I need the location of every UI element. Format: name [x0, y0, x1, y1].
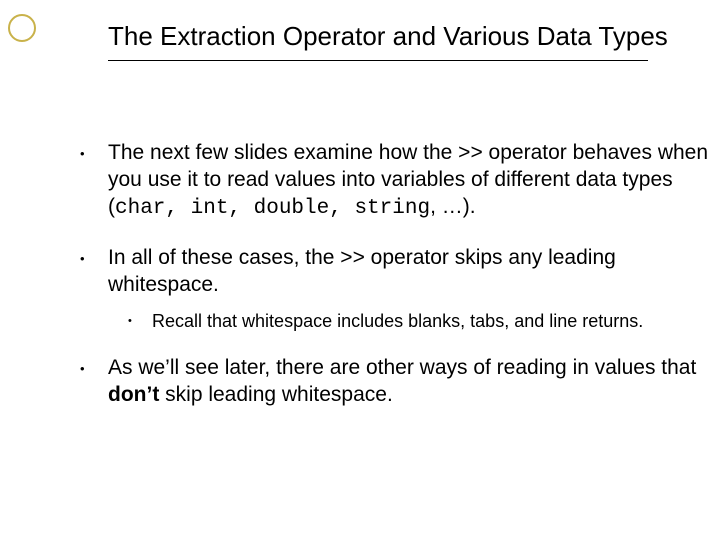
title-underline — [108, 60, 648, 61]
bullet-list: The next few slides examine how the >> o… — [74, 140, 714, 409]
bullet-item-1: The next few slides examine how the >> o… — [74, 140, 714, 223]
bullet-3-bold: don’t — [108, 383, 159, 406]
sub-bullet-item-1: Recall that whitespace includes blanks, … — [108, 310, 714, 333]
body-content: The next few slides examine how the >> o… — [74, 140, 714, 431]
bullet-3-text-post: skip leading whitespace. — [159, 383, 392, 406]
sub-bullet-1-text: Recall that whitespace includes blanks, … — [152, 311, 643, 331]
bullet-item-2: In all of these cases, the >> operator s… — [74, 245, 714, 334]
bullet-2-text: In all of these cases, the >> operator s… — [108, 246, 616, 296]
bullet-3-text-pre: As we’ll see later, there are other ways… — [108, 356, 696, 379]
corner-circle-decoration — [8, 14, 36, 42]
bullet-1-code: char, int, double, string — [115, 197, 430, 220]
slide: The Extraction Operator and Various Data… — [0, 0, 720, 540]
title-block: The Extraction Operator and Various Data… — [108, 22, 668, 61]
bullet-item-3: As we’ll see later, there are other ways… — [74, 355, 714, 409]
bullet-1-text-post: , …). — [430, 195, 476, 218]
slide-title: The Extraction Operator and Various Data… — [108, 22, 668, 52]
sub-bullet-list: Recall that whitespace includes blanks, … — [108, 310, 714, 333]
